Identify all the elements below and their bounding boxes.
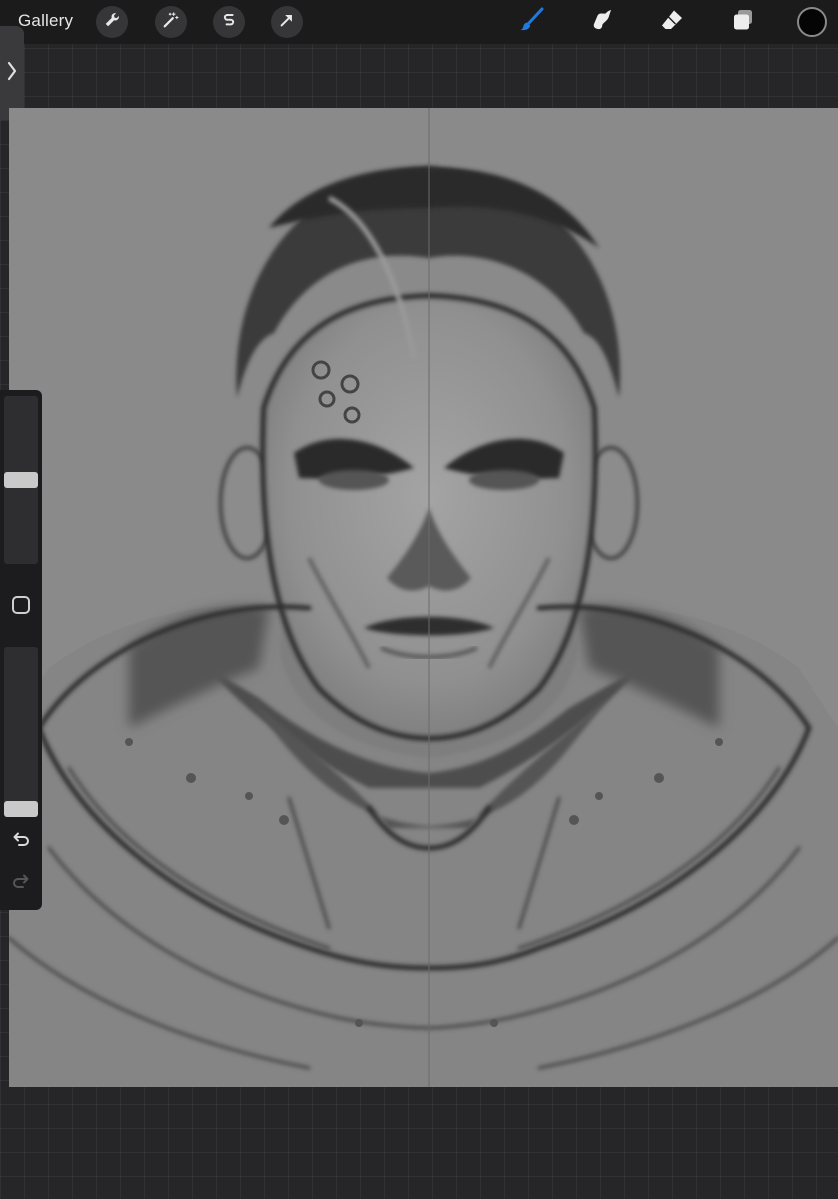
layers-button[interactable]: [727, 6, 759, 38]
chevron-right-icon: [6, 60, 18, 87]
brush-icon: [519, 7, 545, 38]
procreate-workspace: Gallery: [0, 0, 838, 1199]
gallery-button[interactable]: Gallery: [18, 11, 73, 31]
adjustments-button[interactable]: [155, 6, 187, 38]
arrow-cursor-icon: [278, 11, 296, 34]
color-picker-button[interactable]: [797, 7, 827, 37]
redo-button[interactable]: [9, 872, 33, 896]
smudge-tool-button[interactable]: [586, 6, 618, 38]
wrench-icon: [103, 11, 121, 34]
selection-button[interactable]: [213, 6, 245, 38]
drawing-canvas[interactable]: [9, 108, 838, 1087]
opacity-thumb[interactable]: [4, 801, 38, 817]
sidebar-collapse-tab[interactable]: [0, 26, 24, 120]
undo-arrow-icon: [11, 830, 31, 855]
eraser-tool-button[interactable]: [656, 6, 688, 38]
brush-size-thumb[interactable]: [4, 472, 38, 488]
redo-arrow-icon: [11, 872, 31, 897]
square-icon[interactable]: [12, 596, 30, 614]
magic-wand-icon: [162, 11, 180, 34]
brush-tool-button[interactable]: [516, 6, 548, 38]
artwork-sketch: [9, 108, 838, 1087]
layers-icon: [730, 7, 756, 38]
top-toolbar: Gallery: [0, 0, 838, 44]
opacity-slider[interactable]: [4, 647, 38, 817]
smudge-finger-icon: [589, 7, 615, 38]
brush-size-slider[interactable]: [4, 396, 38, 564]
left-sidebar: [0, 390, 42, 910]
selection-s-icon: [220, 11, 238, 34]
actions-button[interactable]: [96, 6, 128, 38]
eraser-icon: [659, 7, 685, 38]
undo-button[interactable]: [9, 830, 33, 854]
transform-button[interactable]: [271, 6, 303, 38]
